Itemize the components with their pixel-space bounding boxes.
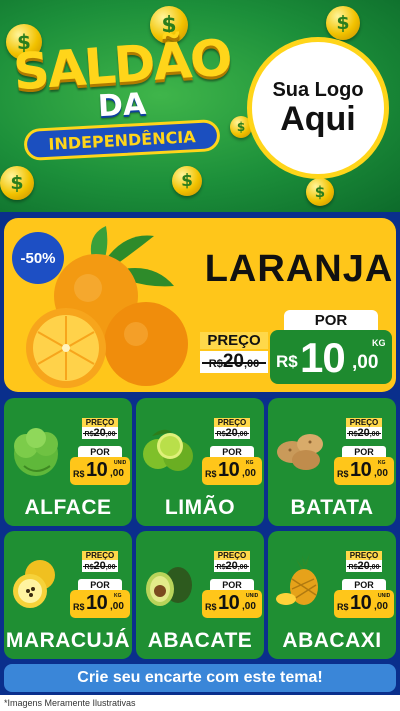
product-name: ALFACE bbox=[24, 496, 112, 519]
new-price-box: POR R$ 10,00 UNID bbox=[334, 579, 394, 619]
product-image bbox=[276, 553, 318, 605]
product-name: MARACUJÁ bbox=[5, 629, 131, 652]
por-label: POR bbox=[284, 310, 378, 332]
old-price-box: PREÇO R$20,00 bbox=[346, 551, 382, 572]
new-price: R$ 10 ,00 KG bbox=[270, 330, 392, 384]
product-card[interactable]: PREÇO R$20,00 POR R$ 10,00 UNID ABACAXI bbox=[268, 531, 396, 659]
new-price: R$ 10,00 KG bbox=[334, 457, 394, 485]
product-card[interactable]: PREÇO R$20,00 POR R$ 10,00 UNID ALFACE bbox=[4, 398, 132, 526]
old-price-box: PREÇO R$20,00 bbox=[346, 418, 382, 439]
new-price: R$ 10,00 KG bbox=[202, 457, 262, 485]
product-name: ABACAXI bbox=[282, 629, 382, 652]
coin-icon: $ bbox=[326, 6, 360, 40]
new-price-box: POR R$ 10 ,00 KG bbox=[270, 310, 392, 384]
product-card[interactable]: PREÇO R$20,00 POR R$ 10,00 KG BATATA bbox=[268, 398, 396, 526]
old-price: R$20,00 bbox=[214, 427, 250, 439]
product-image bbox=[277, 434, 323, 470]
product-card[interactable]: PREÇO R$20,00 POR R$ 10,00 KG MARACUJÁ bbox=[4, 531, 132, 659]
new-price-box: POR R$ 10,00 UNID bbox=[70, 446, 130, 486]
product-image bbox=[13, 560, 55, 608]
coin-icon: $ bbox=[172, 166, 202, 196]
new-price: R$ 10,00 UNID bbox=[202, 590, 262, 618]
title-independencia: INDEPENDÊNCIA bbox=[47, 126, 197, 153]
preco-label: PREÇO bbox=[82, 551, 118, 560]
product-name: ABACATE bbox=[147, 629, 253, 652]
featured-product-name: LARANJA bbox=[204, 248, 394, 290]
create-flyer-button[interactable]: Crie seu encarte com este tema! bbox=[4, 664, 396, 692]
old-price: R$20,00 bbox=[200, 351, 268, 373]
product-card[interactable]: PREÇO R$20,00 POR R$ 10,00 UNID ABACATE bbox=[136, 531, 264, 659]
logo-line1: Sua Logo bbox=[272, 78, 364, 101]
preco-label: PREÇO bbox=[214, 418, 250, 427]
new-price: R$ 10,00 KG bbox=[70, 590, 130, 618]
disclaimer-text: *Imagens Meramente Ilustrativas bbox=[0, 695, 400, 711]
new-price-box: POR R$ 10,00 UNID bbox=[202, 579, 262, 619]
old-price-box: PREÇO R$20,00 bbox=[214, 551, 250, 572]
product-card[interactable]: PREÇO R$20,00 POR R$ 10,00 KG LIMÃO bbox=[136, 398, 264, 526]
logo-line2: Aqui bbox=[280, 99, 356, 138]
old-price-box: PREÇO R$20,00 bbox=[82, 418, 118, 439]
old-price-box: PREÇO R$20,00 bbox=[82, 551, 118, 572]
old-price: R$20,00 bbox=[82, 427, 118, 439]
old-price: R$20,00 bbox=[346, 560, 382, 572]
product-image bbox=[14, 428, 58, 476]
old-price: R$20,00 bbox=[214, 560, 250, 572]
preco-label: PREÇO bbox=[82, 418, 118, 427]
product-name: LIMÃO bbox=[164, 496, 236, 519]
old-price: R$20,00 bbox=[82, 560, 118, 572]
coin-icon: $ bbox=[0, 166, 34, 200]
product-name: BATATA bbox=[290, 496, 374, 519]
preco-label: PREÇO bbox=[346, 551, 382, 560]
preco-label: PREÇO bbox=[200, 332, 268, 349]
new-price-box: POR R$ 10,00 KG bbox=[202, 446, 262, 486]
campaign-title: SALDÃO DA INDEPENDÊNCIA bbox=[6, 28, 238, 161]
new-price: R$ 10,00 UNID bbox=[70, 457, 130, 485]
product-image bbox=[143, 429, 193, 471]
new-price-box: POR R$ 10,00 KG bbox=[334, 446, 394, 486]
new-price-box: POR R$ 10,00 KG bbox=[70, 579, 130, 619]
featured-product-card[interactable]: -50% LARANJA PREÇO R$20,00 POR R$ 10 ,00… bbox=[4, 218, 396, 392]
old-price-box: PREÇO R$20,00 bbox=[214, 418, 250, 439]
logo-placeholder[interactable]: Sua Logo Aqui bbox=[247, 37, 389, 179]
header-banner: $ $ $ $ $ $ $ SALDÃO DA INDEPENDÊNCIA Su… bbox=[0, 0, 400, 212]
new-price: R$ 10,00 UNID bbox=[334, 590, 394, 618]
old-price: R$20,00 bbox=[346, 427, 382, 439]
coin-icon: $ bbox=[306, 178, 334, 206]
preco-label: PREÇO bbox=[214, 551, 250, 560]
discount-badge: -50% bbox=[12, 232, 64, 284]
product-image bbox=[146, 567, 192, 606]
old-price-box: PREÇO R$20,00 bbox=[200, 332, 268, 378]
preco-label: PREÇO bbox=[346, 418, 382, 427]
